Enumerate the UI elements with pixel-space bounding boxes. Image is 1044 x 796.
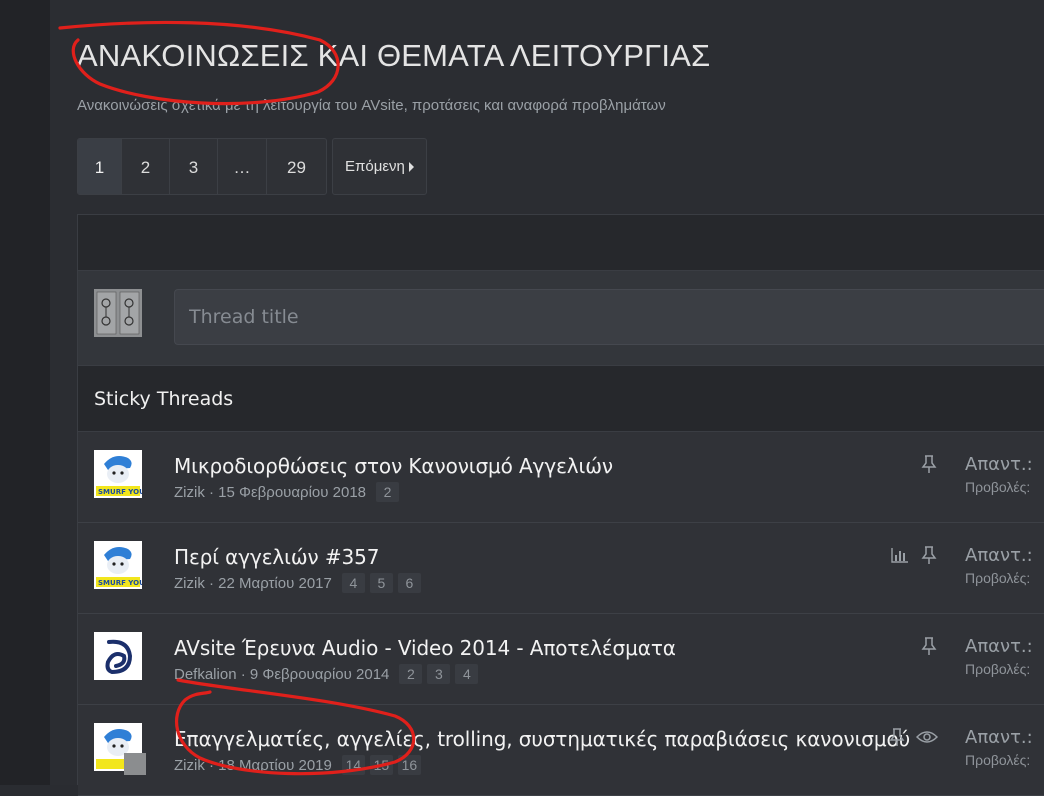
- thread-title-input[interactable]: [174, 289, 1044, 345]
- pagination: 1 2 3 … 29 Επόμενη: [77, 138, 427, 195]
- thread-list-header-bar: [78, 215, 1044, 271]
- thread-status-icons: [890, 545, 938, 565]
- page-description: Ανακοινώσεις σχετικά με τη λειτουργία το…: [77, 97, 666, 114]
- svg-text:SMURF YOU: SMURF YOU: [98, 579, 142, 587]
- page-jump-ellipsis[interactable]: …: [218, 139, 267, 194]
- pin-icon: [921, 546, 937, 564]
- thread-page-links: 14 15 16: [341, 755, 426, 775]
- views-label: Προβολές:: [965, 479, 1031, 495]
- thread-page-link[interactable]: 14: [341, 755, 365, 775]
- thread-page-link[interactable]: 4: [455, 664, 479, 684]
- next-page-button[interactable]: Επόμενη: [332, 138, 427, 195]
- thread-author[interactable]: Zizik: [174, 484, 205, 501]
- thread-page-link[interactable]: 2: [376, 482, 400, 502]
- thread-meta: Zizik · 18 Μαρτίου 2019 14 15 16: [174, 755, 426, 775]
- caret-right-icon: [408, 161, 414, 172]
- thread-page-link[interactable]: 2: [399, 664, 423, 684]
- thread-page-links: 4 5 6: [341, 573, 426, 593]
- thread-title-link[interactable]: Περί αγγελιών #357: [174, 545, 379, 569]
- thread-author[interactable]: Zizik: [174, 575, 205, 592]
- thread-title-link[interactable]: AVsite Έρευνα Audio - Video 2014 - Αποτε…: [174, 636, 676, 660]
- thread-date[interactable]: 18 Μαρτίου 2019: [218, 757, 332, 774]
- thread-status-icons: [888, 727, 938, 747]
- replies-label: Απαντ.:: [965, 545, 1033, 566]
- last-poster-avatar[interactable]: [124, 753, 146, 775]
- meta-separator: ·: [236, 665, 250, 683]
- thread-row[interactable]: AVsite Έρευνα Audio - Video 2014 - Αποτε…: [78, 614, 1044, 705]
- thread-row[interactable]: SMURF YOU Μικροδιορθώσεις στον Κανονισμό…: [78, 432, 1044, 523]
- views-label: Προβολές:: [965, 661, 1031, 677]
- current-user-avatar: [94, 289, 142, 337]
- thread-status-icons: [920, 636, 938, 656]
- thread-page-link[interactable]: 15: [369, 755, 393, 775]
- thread-title-link[interactable]: Επαγγελματίες, αγγελίες, trolling, συστη…: [174, 727, 910, 751]
- forum-main: ΑΝΑΚΟΙΝΩΣΕΙΣ ΚΑΙ ΘΕΜΑΤΑ ΛΕΙΤΟΥΡΓΙΑΣ Ανακ…: [50, 0, 1044, 796]
- smurf-avatar-icon: SMURF YOU: [94, 541, 142, 589]
- meta-separator: ·: [204, 756, 219, 774]
- thread-page-links: 2 3 4: [399, 664, 483, 684]
- meta-separator: ·: [204, 574, 219, 592]
- thread-stats: Απαντ.: Προβολές:: [965, 727, 1033, 768]
- meta-separator: ·: [204, 483, 219, 501]
- thread-page-link[interactable]: 16: [397, 755, 421, 775]
- page-button-3[interactable]: 3: [170, 139, 218, 194]
- page-button-29[interactable]: 29: [267, 139, 326, 194]
- thread-meta: Zizik · 22 Μαρτίου 2017 4 5 6: [174, 573, 426, 593]
- thread-author[interactable]: Defkalion: [174, 666, 237, 683]
- sticky-threads-header: Sticky Threads: [78, 366, 1044, 432]
- thread-page-link[interactable]: 3: [427, 664, 451, 684]
- thread-author[interactable]: Zizik: [174, 757, 205, 774]
- thread-status-icons: [920, 454, 938, 474]
- thread-stats: Απαντ.: Προβολές:: [965, 454, 1033, 495]
- thread-date[interactable]: 15 Φεβρουαρίου 2018: [218, 484, 366, 501]
- replies-label: Απαντ.:: [965, 727, 1033, 748]
- replies-label: Απαντ.:: [965, 636, 1033, 657]
- thread-page-link[interactable]: 6: [397, 573, 421, 593]
- pin-icon: [889, 728, 905, 746]
- pin-icon: [921, 455, 937, 473]
- thread-list-block: Sticky Threads SMURF YOU Μικροδιορθώσεις…: [77, 214, 1044, 796]
- thread-meta: Defkalion · 9 Φεβρουαρίου 2014 2 3 4: [174, 664, 483, 684]
- author-avatar[interactable]: SMURF YOU: [94, 450, 142, 498]
- watch-eye-icon: [916, 731, 938, 743]
- thread-page-links: 2: [376, 482, 404, 502]
- author-avatar[interactable]: [94, 632, 142, 680]
- next-page-label: Επόμενη: [345, 158, 405, 175]
- left-sidebar-strip: [0, 0, 51, 785]
- views-label: Προβολές:: [965, 570, 1031, 586]
- thread-page-link[interactable]: 4: [341, 573, 365, 593]
- page-title: ΑΝΑΚΟΙΝΩΣΕΙΣ ΚΑΙ ΘΕΜΑΤΑ ΛΕΙΤΟΥΡΓΙΑΣ: [77, 38, 711, 73]
- smurf-avatar-icon: SMURF YOU: [94, 450, 142, 498]
- views-label: Προβολές:: [965, 752, 1031, 768]
- user-avatar-icon: [94, 289, 142, 337]
- replies-label: Απαντ.:: [965, 454, 1033, 475]
- author-avatar[interactable]: SMURF YOU: [94, 541, 142, 589]
- thread-row[interactable]: SMURF YOU Περί αγγελιών #357 Zizik · 22 …: [78, 523, 1044, 614]
- thread-date[interactable]: 22 Μαρτίου 2017: [218, 575, 332, 592]
- poll-icon: [891, 548, 908, 563]
- thread-stats: Απαντ.: Προβολές:: [965, 636, 1033, 677]
- pagination-pages: 1 2 3 … 29: [77, 138, 327, 195]
- d-logo-avatar-icon: [94, 632, 142, 680]
- page-button-1[interactable]: 1: [78, 139, 122, 194]
- page-button-2[interactable]: 2: [122, 139, 170, 194]
- thread-meta: Zizik · 15 Φεβρουαρίου 2018 2: [174, 482, 404, 502]
- thread-title-link[interactable]: Μικροδιορθώσεις στον Κανονισμό Αγγελιών: [174, 454, 613, 478]
- thread-date[interactable]: 9 Φεβρουαρίου 2014: [250, 666, 390, 683]
- svg-text:SMURF YOU: SMURF YOU: [98, 488, 142, 496]
- thread-stats: Απαντ.: Προβολές:: [965, 545, 1033, 586]
- pin-icon: [921, 637, 937, 655]
- thread-page-link[interactable]: 5: [369, 573, 393, 593]
- quick-thread-row: [78, 271, 1044, 366]
- thread-row[interactable]: Επαγγελματίες, αγγελίες, trolling, συστη…: [78, 705, 1044, 796]
